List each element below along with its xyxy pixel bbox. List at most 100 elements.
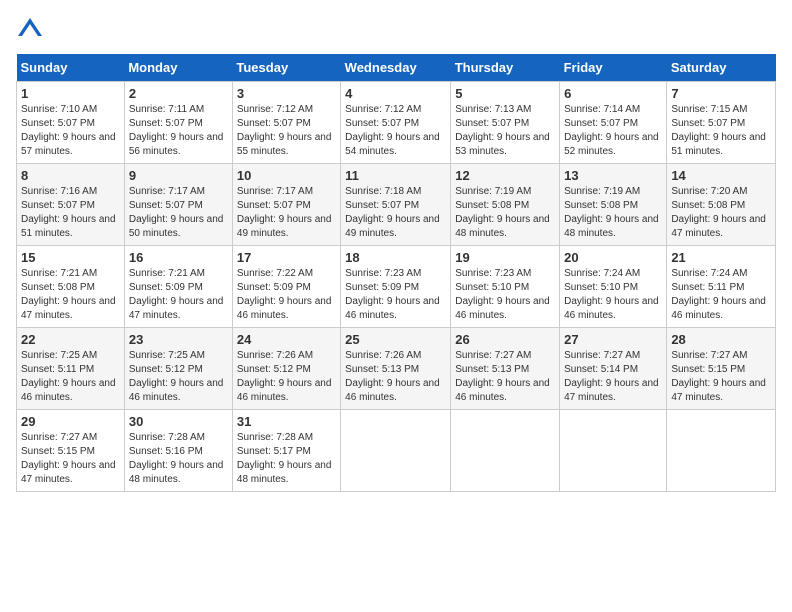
day-cell: 27 Sunrise: 7:27 AMSunset: 5:14 PMDayligh… (560, 328, 667, 410)
day-number: 9 (129, 168, 228, 183)
day-info: Sunrise: 7:23 AMSunset: 5:09 PMDaylight:… (345, 267, 446, 323)
week-row-4: 22 Sunrise: 7:25 AMSunset: 5:11 PMDayligh… (17, 328, 776, 410)
week-row-1: 1 Sunrise: 7:10 AMSunset: 5:07 PMDaylight… (17, 82, 776, 164)
logo-icon (16, 16, 44, 44)
day-cell: 10Sunrise: 7:17 AMSunset: 5:07 PMDayligh… (232, 164, 340, 246)
day-number: 15 (21, 250, 120, 265)
day-number: 2 (129, 86, 228, 101)
day-info: Sunrise: 7:25 AMSunset: 5:11 PMDaylight:… (21, 349, 120, 405)
day-info: Sunrise: 7:16 AMSunset: 5:07 PMDaylight:… (21, 185, 120, 241)
day-info: Sunrise: 7:23 AMSunset: 5:10 PMDaylight:… (455, 267, 555, 323)
day-info: Sunrise: 7:19 AMSunset: 5:08 PMDaylight:… (455, 185, 555, 241)
day-info: Sunrise: 7:13 AMSunset: 5:07 PMDaylight:… (455, 103, 555, 159)
week-row-5: 29 Sunrise: 7:27 AMSunset: 5:15 PMDayligh… (17, 410, 776, 492)
day-cell: 6 Sunrise: 7:14 AMSunset: 5:07 PMDaylight… (560, 82, 667, 164)
day-info: Sunrise: 7:12 AMSunset: 5:07 PMDaylight:… (237, 103, 336, 159)
day-info: Sunrise: 7:12 AMSunset: 5:07 PMDaylight:… (345, 103, 446, 159)
day-cell: 29 Sunrise: 7:27 AMSunset: 5:15 PMDayligh… (17, 410, 125, 492)
day-cell: 9 Sunrise: 7:17 AMSunset: 5:07 PMDaylight… (124, 164, 232, 246)
day-cell: 20 Sunrise: 7:24 AMSunset: 5:10 PMDayligh… (560, 246, 667, 328)
day-cell: 14 Sunrise: 7:20 AMSunset: 5:08 PMDayligh… (667, 164, 776, 246)
day-number: 29 (21, 414, 120, 429)
day-number: 30 (129, 414, 228, 429)
day-number: 19 (455, 250, 555, 265)
day-info: Sunrise: 7:26 AMSunset: 5:13 PMDaylight:… (345, 349, 446, 405)
day-number: 27 (564, 332, 662, 347)
calendar-table: SundayMondayTuesdayWednesdayThursdayFrid… (16, 54, 776, 492)
day-info: Sunrise: 7:21 AMSunset: 5:08 PMDaylight:… (21, 267, 120, 323)
day-cell: 17 Sunrise: 7:22 AMSunset: 5:09 PMDayligh… (232, 246, 340, 328)
day-number: 17 (237, 250, 336, 265)
day-number: 11 (345, 168, 446, 183)
day-cell (451, 410, 560, 492)
day-number: 12 (455, 168, 555, 183)
day-number: 24 (237, 332, 336, 347)
day-number: 31 (237, 414, 336, 429)
header-cell-sunday: Sunday (17, 54, 125, 82)
logo[interactable] (16, 16, 48, 44)
day-number: 7 (671, 86, 771, 101)
day-info: Sunrise: 7:27 AMSunset: 5:14 PMDaylight:… (564, 349, 662, 405)
day-info: Sunrise: 7:17 AMSunset: 5:07 PMDaylight:… (129, 185, 228, 241)
day-number: 18 (345, 250, 446, 265)
day-number: 14 (671, 168, 771, 183)
day-number: 4 (345, 86, 446, 101)
day-info: Sunrise: 7:27 AMSunset: 5:15 PMDaylight:… (21, 431, 120, 487)
day-cell: 18 Sunrise: 7:23 AMSunset: 5:09 PMDayligh… (341, 246, 451, 328)
header-cell-saturday: Saturday (667, 54, 776, 82)
day-info: Sunrise: 7:10 AMSunset: 5:07 PMDaylight:… (21, 103, 120, 159)
day-info: Sunrise: 7:28 AMSunset: 5:17 PMDaylight:… (237, 431, 336, 487)
day-cell: 2 Sunrise: 7:11 AMSunset: 5:07 PMDaylight… (124, 82, 232, 164)
day-cell (667, 410, 776, 492)
day-cell: 26 Sunrise: 7:27 AMSunset: 5:13 PMDayligh… (451, 328, 560, 410)
day-info: Sunrise: 7:27 AMSunset: 5:15 PMDaylight:… (671, 349, 771, 405)
day-number: 1 (21, 86, 120, 101)
day-cell: 13 Sunrise: 7:19 AMSunset: 5:08 PMDayligh… (560, 164, 667, 246)
header-cell-monday: Monday (124, 54, 232, 82)
day-info: Sunrise: 7:21 AMSunset: 5:09 PMDaylight:… (129, 267, 228, 323)
day-info: Sunrise: 7:11 AMSunset: 5:07 PMDaylight:… (129, 103, 228, 159)
day-info: Sunrise: 7:27 AMSunset: 5:13 PMDaylight:… (455, 349, 555, 405)
day-number: 5 (455, 86, 555, 101)
day-info: Sunrise: 7:26 AMSunset: 5:12 PMDaylight:… (237, 349, 336, 405)
day-info: Sunrise: 7:22 AMSunset: 5:09 PMDaylight:… (237, 267, 336, 323)
page-header (16, 16, 776, 44)
day-info: Sunrise: 7:19 AMSunset: 5:08 PMDaylight:… (564, 185, 662, 241)
day-info: Sunrise: 7:18 AMSunset: 5:07 PMDaylight:… (345, 185, 446, 241)
day-cell: 16 Sunrise: 7:21 AMSunset: 5:09 PMDayligh… (124, 246, 232, 328)
header-cell-thursday: Thursday (451, 54, 560, 82)
day-number: 13 (564, 168, 662, 183)
day-info: Sunrise: 7:28 AMSunset: 5:16 PMDaylight:… (129, 431, 228, 487)
day-info: Sunrise: 7:20 AMSunset: 5:08 PMDaylight:… (671, 185, 771, 241)
day-number: 23 (129, 332, 228, 347)
day-cell: 28Sunrise: 7:27 AMSunset: 5:15 PMDayligh… (667, 328, 776, 410)
day-cell: 31 Sunrise: 7:28 AMSunset: 5:17 PMDayligh… (232, 410, 340, 492)
day-info: Sunrise: 7:24 AMSunset: 5:10 PMDaylight:… (564, 267, 662, 323)
header-row: SundayMondayTuesdayWednesdayThursdayFrid… (17, 54, 776, 82)
day-cell: 15 Sunrise: 7:21 AMSunset: 5:08 PMDayligh… (17, 246, 125, 328)
day-cell (560, 410, 667, 492)
day-cell: 19 Sunrise: 7:23 AMSunset: 5:10 PMDayligh… (451, 246, 560, 328)
day-cell: 8Sunrise: 7:16 AMSunset: 5:07 PMDaylight… (17, 164, 125, 246)
day-cell: 30 Sunrise: 7:28 AMSunset: 5:16 PMDayligh… (124, 410, 232, 492)
day-info: Sunrise: 7:14 AMSunset: 5:07 PMDaylight:… (564, 103, 662, 159)
day-cell: 24 Sunrise: 7:26 AMSunset: 5:12 PMDayligh… (232, 328, 340, 410)
day-cell: 23 Sunrise: 7:25 AMSunset: 5:12 PMDayligh… (124, 328, 232, 410)
day-number: 26 (455, 332, 555, 347)
day-cell: 4 Sunrise: 7:12 AMSunset: 5:07 PMDaylight… (341, 82, 451, 164)
day-number: 22 (21, 332, 120, 347)
day-info: Sunrise: 7:17 AMSunset: 5:07 PMDaylight:… (237, 185, 336, 241)
day-number: 20 (564, 250, 662, 265)
day-info: Sunrise: 7:25 AMSunset: 5:12 PMDaylight:… (129, 349, 228, 405)
day-cell: 1 Sunrise: 7:10 AMSunset: 5:07 PMDaylight… (17, 82, 125, 164)
day-cell: 11 Sunrise: 7:18 AMSunset: 5:07 PMDayligh… (341, 164, 451, 246)
day-cell: 25Sunrise: 7:26 AMSunset: 5:13 PMDayligh… (341, 328, 451, 410)
day-cell: 5 Sunrise: 7:13 AMSunset: 5:07 PMDaylight… (451, 82, 560, 164)
day-cell: 7Sunrise: 7:15 AMSunset: 5:07 PMDaylight… (667, 82, 776, 164)
day-number: 16 (129, 250, 228, 265)
header-cell-friday: Friday (560, 54, 667, 82)
day-number: 6 (564, 86, 662, 101)
calendar-body: 1 Sunrise: 7:10 AMSunset: 5:07 PMDaylight… (17, 82, 776, 492)
week-row-2: 8Sunrise: 7:16 AMSunset: 5:07 PMDaylight… (17, 164, 776, 246)
day-number: 3 (237, 86, 336, 101)
